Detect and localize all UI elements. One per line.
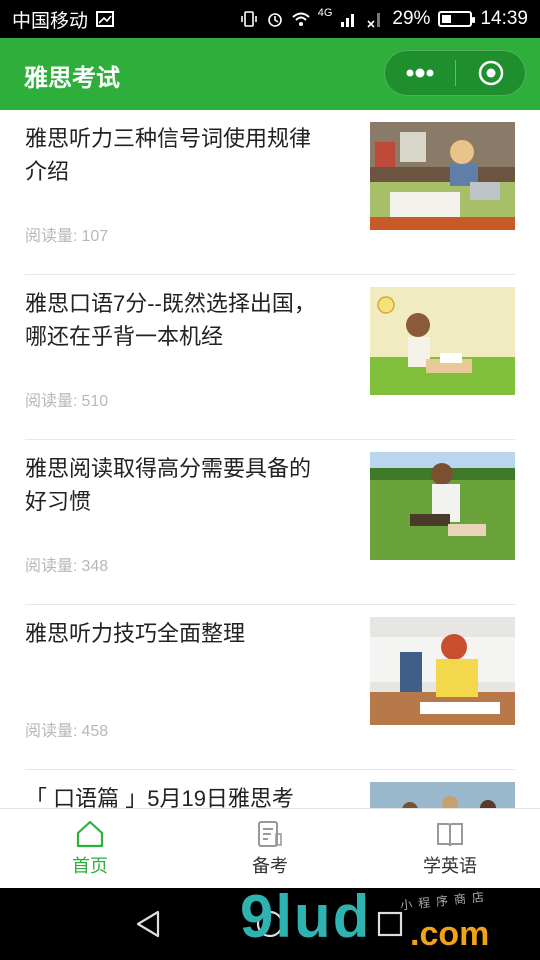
tab-label: 首页: [72, 856, 108, 876]
read-count-value: 348: [81, 558, 109, 575]
recents-square-icon: [377, 911, 403, 937]
clock: 14:39: [480, 8, 528, 29]
back-button[interactable]: [130, 906, 166, 942]
book-icon: [437, 823, 463, 847]
read-count-label: 阅读量:: [25, 558, 78, 575]
vibrate-icon: [240, 11, 257, 27]
close-mini-program-button[interactable]: [456, 51, 525, 95]
read-count-label: 阅读量:: [25, 228, 78, 245]
article-thumbnail: [370, 122, 515, 230]
network-type: 4G: [317, 7, 333, 19]
read-count: 阅读量: 510: [25, 387, 108, 411]
target-icon: [478, 60, 503, 86]
read-count-value: 510: [81, 393, 109, 410]
article-thumbnail: [370, 287, 515, 395]
read-count: 阅读量: 458: [25, 717, 108, 741]
read-count-label: 阅读量:: [25, 723, 78, 740]
battery-icon: [438, 11, 476, 27]
read-count: 阅读量: 107: [25, 222, 108, 246]
article-item[interactable]: 雅思口语7分--既然选择出国，哪还在乎背一本机经 阅读量: 510: [25, 275, 515, 440]
tab-home[interactable]: 首页: [0, 809, 180, 889]
battery-percent: 29%: [392, 8, 431, 29]
signal-icon: [341, 14, 355, 27]
page-title: 雅思考试: [24, 65, 120, 92]
mini-program-capsule: [384, 50, 526, 96]
article-list: 雅思听力三种信号词使用规律介绍 阅读量: 107 雅思口语7分--既然选择出国，哪…: [0, 110, 540, 808]
tab-learn-english[interactable]: 学英语: [360, 809, 540, 889]
tab-bar: 首页 备考 学英语: [0, 808, 540, 889]
home-icon: [76, 820, 104, 848]
article-item[interactable]: 雅思听力三种信号词使用规律介绍 阅读量: 107: [25, 110, 515, 275]
watermark-logo: 9lud: [240, 883, 372, 950]
read-count-label: 阅读量:: [25, 393, 78, 410]
article-item[interactable]: 雅思听力技巧全面整理 阅读量: 458: [25, 605, 515, 770]
status-bar: 中国移动 4G 29% 14:39: [0, 0, 540, 38]
app-header: 雅思考试: [0, 38, 540, 110]
article-title: 「 口语篇 」5月19日雅思考: [25, 786, 294, 808]
article-thumbnail: [370, 617, 515, 725]
article-item[interactable]: 「 口语篇 」5月19日雅思考: [25, 770, 515, 808]
article-title: 雅思口语7分--既然选择出国，哪还在乎背一本机经: [25, 291, 316, 349]
article-thumbnail: [370, 452, 515, 560]
read-count-value: 458: [81, 723, 109, 740]
tab-prepare[interactable]: 备考: [180, 809, 360, 889]
read-count-value: 107: [81, 228, 109, 245]
image-icon: [96, 11, 115, 27]
article-item[interactable]: 雅思阅读取得高分需要具备的好习惯 阅读量: 348: [25, 440, 515, 605]
wifi-icon: [292, 12, 310, 26]
watermark-suffix: .com: [410, 915, 490, 953]
tab-label: 备考: [252, 856, 288, 876]
article-title: 雅思听力技巧全面整理: [25, 621, 246, 646]
notes-icon: [258, 821, 282, 847]
article-title: 雅思听力三种信号词使用规律介绍: [25, 126, 312, 184]
article-title: 雅思阅读取得高分需要具备的好习惯: [25, 456, 312, 514]
read-count: 阅读量: 348: [25, 552, 108, 576]
tab-label: 学英语: [423, 856, 477, 876]
more-button[interactable]: [385, 51, 455, 95]
carrier-label: 中国移动: [12, 10, 89, 32]
alarm-icon: [267, 13, 282, 27]
back-triangle-icon: [136, 910, 160, 938]
signal-no-sim-icon: [367, 13, 381, 28]
article-thumbnail: [370, 782, 515, 808]
more-dots-icon: [406, 68, 434, 78]
